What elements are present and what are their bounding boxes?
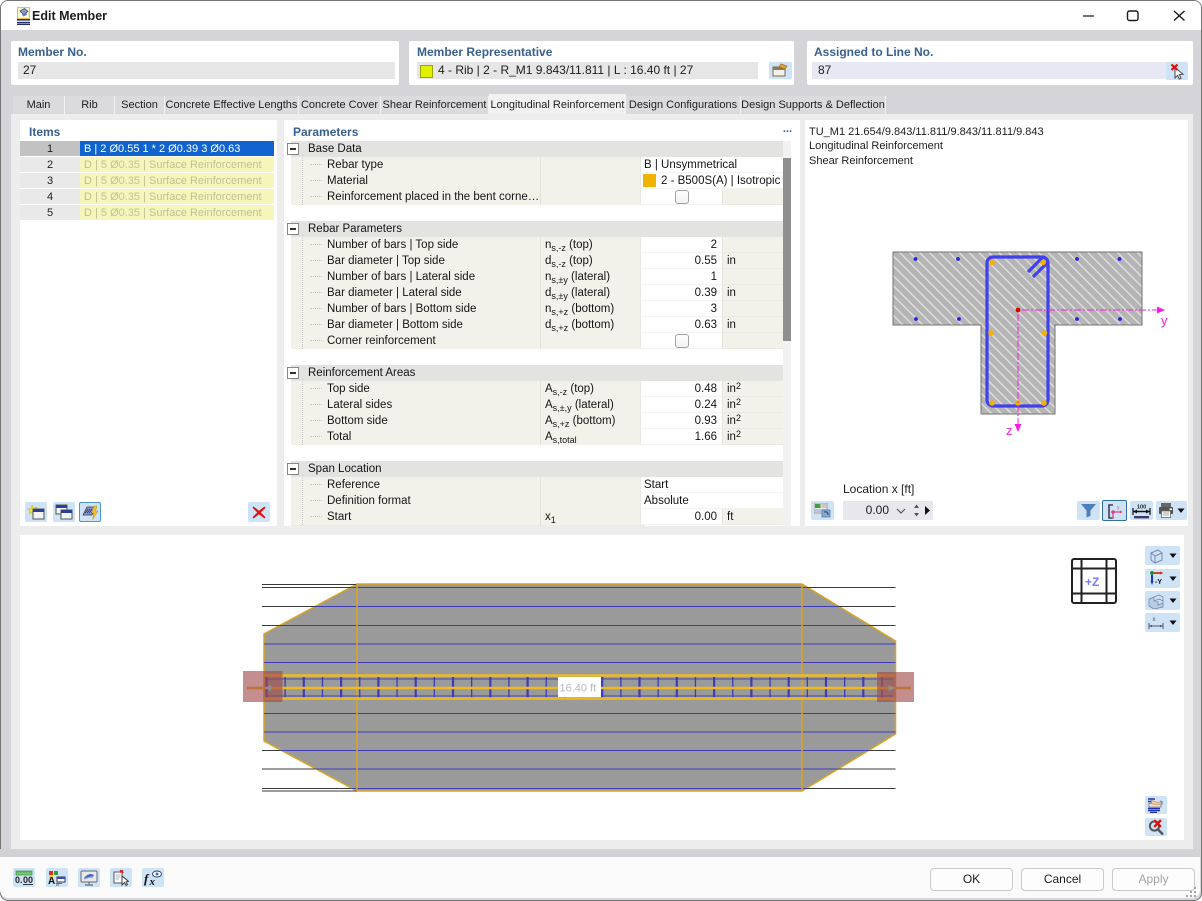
svg-text:x: x <box>149 876 156 886</box>
svg-text:A: A <box>48 876 55 886</box>
svg-text:16.40 ft: 16.40 ft <box>560 683 597 695</box>
svg-text:+Z: +Z <box>1085 575 1099 589</box>
svg-text:y: y <box>1161 313 1168 328</box>
svg-text:0.: 0. <box>15 875 23 885</box>
svg-text:z: z <box>1006 423 1013 438</box>
svg-text:y: y <box>1117 505 1120 511</box>
svg-text:x: x <box>1153 617 1156 623</box>
svg-text:00: 00 <box>23 875 33 885</box>
svg-text:-Y: -Y <box>1155 579 1162 586</box>
svg-text:100: 100 <box>1137 504 1146 510</box>
